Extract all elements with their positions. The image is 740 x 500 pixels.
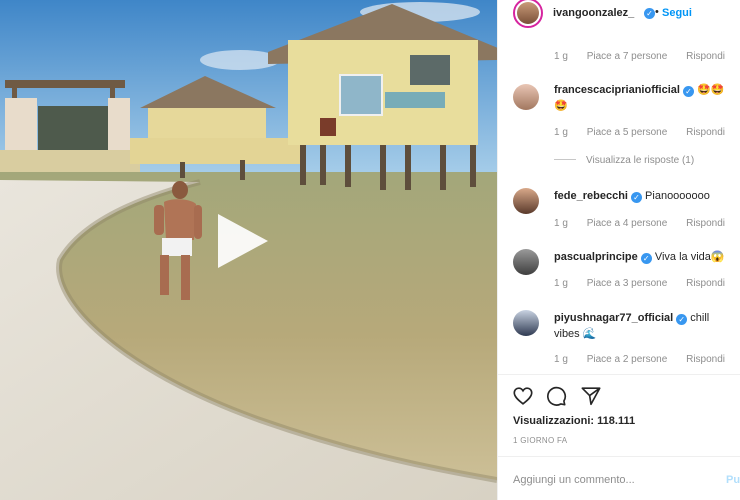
- comment-age: 1 g: [554, 51, 568, 62]
- verified-icon: ✓: [682, 86, 694, 97]
- replies-divider: [554, 159, 576, 160]
- commenter-avatar[interactable]: [513, 310, 539, 336]
- comment-meta: 1 g Piace a 2 persone Rispondi: [554, 354, 740, 365]
- comment-username[interactable]: fede_rebecchi: [554, 190, 628, 202]
- verified-icon: ✓: [630, 192, 642, 203]
- post-video[interactable]: [0, 0, 497, 500]
- comment-list: 1 g Piace a 7 persone Rispondi francesca…: [498, 30, 740, 370]
- comment-input[interactable]: [513, 470, 713, 490]
- views-label: Visualizzazioni:: [513, 415, 595, 427]
- post-header: ivangoonzalez_ ✓ • Segui: [498, 0, 740, 30]
- comment-item: fede_rebecchi ✓ Pianooooooo: [554, 188, 734, 204]
- reply-button[interactable]: Rispondi: [686, 51, 725, 62]
- comment-age: 1 g: [554, 218, 568, 229]
- comment-username[interactable]: pascualprincipe: [554, 251, 638, 263]
- comment-username[interactable]: piyushnagar77_official: [554, 312, 673, 324]
- share-icon[interactable]: [580, 385, 602, 407]
- commenter-avatar[interactable]: [513, 84, 539, 110]
- comment-likes[interactable]: Piace a 7 persone: [587, 51, 668, 62]
- comment-icon[interactable]: [545, 385, 567, 407]
- post-side-panel: ivangoonzalez_ ✓ • Segui 1 g Piace a 7 p…: [497, 0, 740, 500]
- author-avatar[interactable]: [513, 0, 543, 28]
- verified-icon: ✓: [676, 314, 688, 325]
- reply-button[interactable]: Rispondi: [686, 278, 725, 289]
- comment-meta: 1 g Piace a 7 persone Rispondi: [554, 51, 740, 62]
- reply-button[interactable]: Rispondi: [686, 218, 725, 229]
- verified-icon: ✓: [640, 253, 652, 264]
- comment-age: 1 g: [554, 354, 568, 365]
- views-value: 118.111: [597, 415, 636, 427]
- author-username[interactable]: ivangoonzalez_: [553, 7, 634, 19]
- separator-dot: •: [655, 6, 659, 18]
- comment-item: piyushnagar77_official ✓ chill vibes 🌊: [554, 310, 734, 342]
- post-actions: Visualizzazioni: 118.111 1 GIORNO FA Pu: [498, 374, 740, 500]
- views-count: Visualizzazioni: 118.111: [513, 415, 635, 427]
- play-icon: [218, 214, 268, 268]
- comment-meta: 1 g Piace a 5 persone Rispondi: [554, 127, 740, 138]
- comment-meta: 1 g Piace a 4 persone Rispondi: [554, 218, 740, 229]
- commenter-avatar[interactable]: [513, 249, 539, 275]
- comment-likes[interactable]: Piace a 3 persone: [587, 278, 668, 289]
- comment-text: Pianooooooo: [645, 190, 710, 202]
- reply-button[interactable]: Rispondi: [686, 127, 725, 138]
- add-comment-bar: Pu: [498, 456, 740, 500]
- comment-age: 1 g: [554, 127, 568, 138]
- post-comment-button[interactable]: Pu: [726, 474, 740, 486]
- commenter-avatar[interactable]: [513, 188, 539, 214]
- verified-icon: ✓: [644, 8, 655, 19]
- comment-item: pascualprincipe ✓ Viva la vida😱: [554, 249, 734, 265]
- follow-button[interactable]: Segui: [662, 7, 692, 19]
- comment-item: francescaciprianiofficial ✓ 🤩🤩🤩: [554, 82, 734, 114]
- comment-meta: 1 g Piace a 3 persone Rispondi: [554, 278, 740, 289]
- play-button[interactable]: [216, 212, 270, 270]
- comment-likes[interactable]: Piace a 2 persone: [587, 354, 668, 365]
- reply-button[interactable]: Rispondi: [686, 354, 725, 365]
- view-replies-button[interactable]: Visualizza le risposte (1): [554, 155, 694, 166]
- comment-text: Viva la vida😱: [654, 251, 725, 263]
- comment-likes[interactable]: Piace a 5 persone: [587, 127, 668, 138]
- comment-username[interactable]: francescaciprianiofficial: [554, 84, 680, 96]
- post-timestamp: 1 GIORNO FA: [513, 436, 568, 445]
- view-replies-label: Visualizza le risposte (1): [586, 155, 695, 166]
- comment-age: 1 g: [554, 278, 568, 289]
- comment-likes[interactable]: Piace a 4 persone: [587, 218, 668, 229]
- heart-icon[interactable]: [512, 385, 534, 407]
